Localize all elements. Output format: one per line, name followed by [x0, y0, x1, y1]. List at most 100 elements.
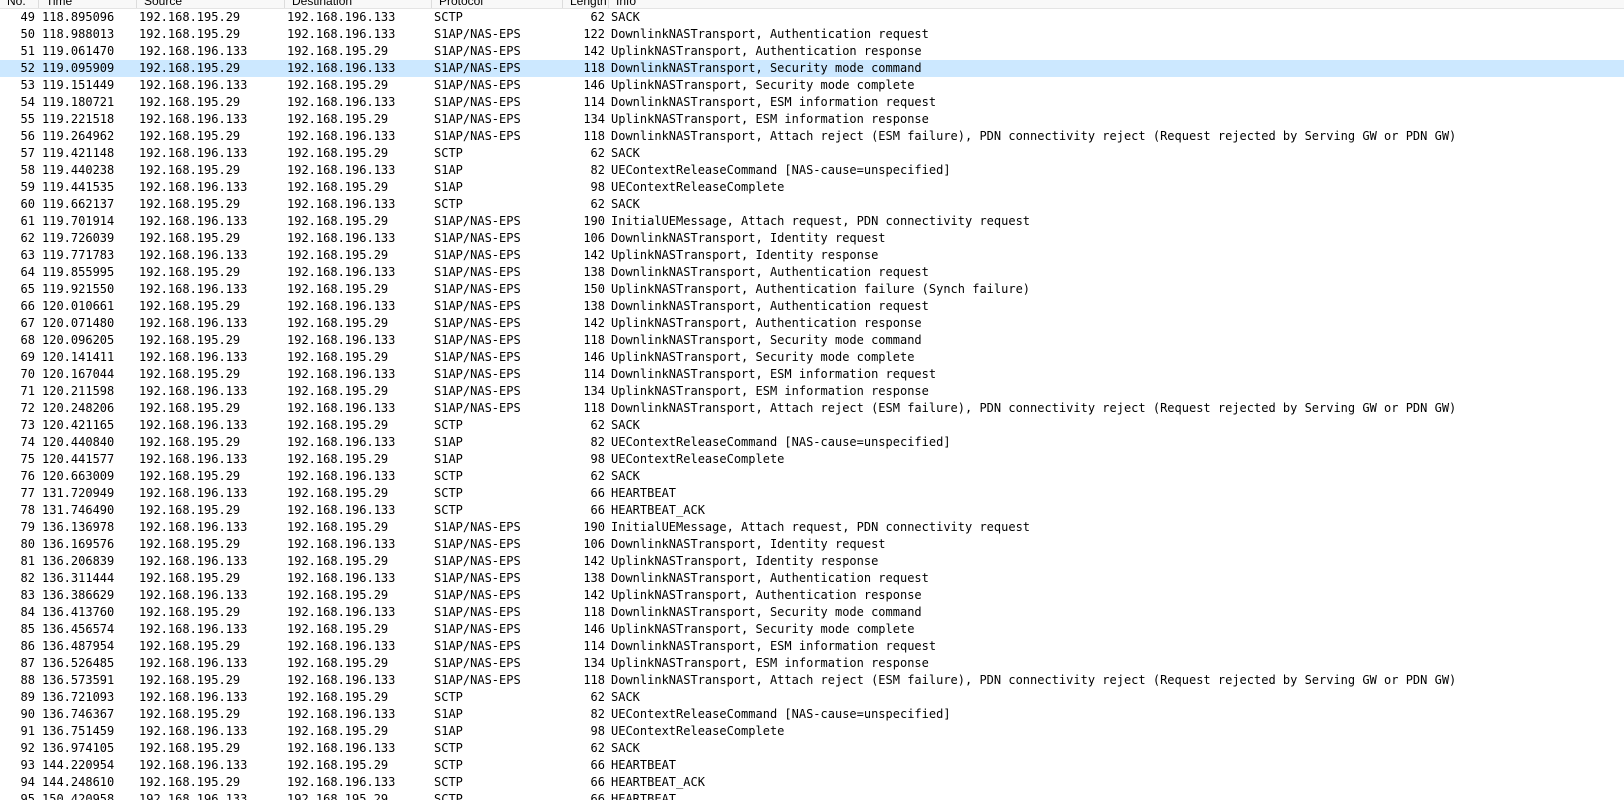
cell-info: SACK [611, 197, 640, 211]
packet-row[interactable]: 58 119.440238 192.168.195.29 192.168.196.13… [0, 162, 1624, 179]
cell-destination: 192.168.196.133 [287, 401, 396, 415]
cell-info: UplinkNASTransport, Security mode comple… [611, 622, 915, 636]
packet-row[interactable]: 68 120.096205 192.168.195.29 192.168.196.13… [0, 332, 1624, 349]
cell-source: 192.168.195.29 [139, 299, 241, 313]
packet-row[interactable]: 94 144.248610 192.168.195.29 192.168.196.13… [0, 774, 1624, 791]
packet-row[interactable]: 55 119.221518 192.168.196.133 192.168.195.2… [0, 111, 1624, 128]
packet-list[interactable]: No. Time Source Destination Protocol Len… [0, 0, 1624, 800]
packet-row[interactable]: 71 120.211598 192.168.196.133 192.168.195.2… [0, 383, 1624, 400]
column-header-destination[interactable]: Destination [284, 0, 431, 8]
packet-row[interactable]: 76 120.663009 192.168.195.29 192.168.196.13… [0, 468, 1624, 485]
cell-source: 192.168.195.29 [139, 537, 241, 551]
packet-row[interactable]: 67 120.071480 192.168.196.133 192.168.195.2… [0, 315, 1624, 332]
packet-row[interactable]: 86 136.487954 192.168.195.29 192.168.196.13… [0, 638, 1624, 655]
packet-row[interactable]: 66 120.010661 192.168.195.29 192.168.196.13… [0, 298, 1624, 315]
cell-destination: 192.168.195.29 [287, 384, 389, 398]
column-header-source[interactable]: Source [136, 0, 284, 8]
cell-destination: 192.168.196.133 [287, 741, 396, 755]
packet-row[interactable]: 81 136.206839 192.168.196.133 192.168.195.2… [0, 553, 1624, 570]
packet-row[interactable]: 63 119.771783 192.168.196.133 192.168.195.2… [0, 247, 1624, 264]
cell-protocol: S1AP/NAS-EPS [434, 673, 521, 687]
cell-length: 114 [583, 639, 605, 653]
cell-length: 142 [583, 316, 605, 330]
column-header-time[interactable]: Time [38, 0, 137, 8]
cell-no: 74 [20, 435, 35, 449]
cell-protocol: SCTP [434, 486, 463, 500]
cell-length: 142 [583, 44, 605, 58]
packet-row[interactable]: 79 136.136978 192.168.196.133 192.168.195.2… [0, 519, 1624, 536]
packet-row[interactable]: 69 120.141411 192.168.196.133 192.168.195.2… [0, 349, 1624, 366]
column-header-bar: No. Time Source Destination Protocol Len… [0, 0, 1624, 9]
packet-row[interactable]: 65 119.921550 192.168.196.133 192.168.195.2… [0, 281, 1624, 298]
packet-row[interactable]: 72 120.248206 192.168.195.29 192.168.196.13… [0, 400, 1624, 417]
cell-info: UEContextReleaseComplete [611, 452, 785, 466]
packet-row-selected[interactable]: 52 119.095909 192.168.195.29 192.168.196.13… [0, 60, 1624, 77]
packet-row[interactable]: 61 119.701914 192.168.196.133 192.168.195.2… [0, 213, 1624, 230]
packet-row[interactable]: 92 136.974105 192.168.195.29 192.168.196.13… [0, 740, 1624, 757]
cell-length: 118 [583, 129, 605, 143]
packet-row[interactable]: 49 118.895096 192.168.195.29 192.168.196.13… [0, 9, 1624, 26]
cell-source: 192.168.196.133 [139, 316, 248, 330]
packet-row[interactable]: 93 144.220954 192.168.196.133 192.168.195.2… [0, 757, 1624, 774]
cell-length: 118 [583, 333, 605, 347]
packet-row[interactable]: 90 136.746367 192.168.195.29 192.168.196.13… [0, 706, 1624, 723]
cell-info: UplinkNASTransport, Authentication respo… [611, 44, 922, 58]
packet-row[interactable]: 89 136.721093 192.168.196.133 192.168.195.2… [0, 689, 1624, 706]
cell-info: HEARTBEAT [611, 758, 677, 772]
cell-time: 119.180721 [42, 95, 115, 109]
column-header-info[interactable]: Info [608, 0, 1624, 8]
packet-row[interactable]: 80 136.169576 192.168.195.29 192.168.196.13… [0, 536, 1624, 553]
packet-row[interactable]: 53 119.151449 192.168.196.133 192.168.195.2… [0, 77, 1624, 94]
cell-info: HEARTBEAT [611, 486, 677, 500]
packet-row[interactable]: 60 119.662137 192.168.195.29 192.168.196.13… [0, 196, 1624, 213]
packet-row[interactable]: 70 120.167044 192.168.195.29 192.168.196.13… [0, 366, 1624, 383]
cell-destination: 192.168.195.29 [287, 452, 389, 466]
packet-row[interactable]: 95 150.420958 192.168.196.133 192.168.195.2… [0, 791, 1624, 800]
packet-row[interactable]: 59 119.441535 192.168.196.133 192.168.195.2… [0, 179, 1624, 196]
packet-row[interactable]: 88 136.573591 192.168.195.29 192.168.196.13… [0, 672, 1624, 689]
packet-row[interactable]: 57 119.421148 192.168.196.133 192.168.195.2… [0, 145, 1624, 162]
packet-row[interactable]: 84 136.413760 192.168.195.29 192.168.196.13… [0, 604, 1624, 621]
packet-row[interactable]: 83 136.386629 192.168.196.133 192.168.195.2… [0, 587, 1624, 604]
cell-time: 136.169576 [42, 537, 115, 551]
packet-row[interactable]: 82 136.311444 192.168.195.29 192.168.196.13… [0, 570, 1624, 587]
cell-time: 119.921550 [42, 282, 115, 296]
column-header-protocol[interactable]: Protocol [431, 0, 562, 8]
cell-info: UplinkNASTransport, Security mode comple… [611, 350, 915, 364]
cell-no: 59 [20, 180, 35, 194]
cell-destination: 192.168.196.133 [287, 639, 396, 653]
packet-row[interactable]: 51 119.061470 192.168.196.133 192.168.195.2… [0, 43, 1624, 60]
packet-row[interactable]: 87 136.526485 192.168.196.133 192.168.195.2… [0, 655, 1624, 672]
cell-destination: 192.168.195.29 [287, 622, 389, 636]
column-header-no[interactable]: No. [0, 0, 42, 8]
cell-source: 192.168.196.133 [139, 418, 248, 432]
packet-row[interactable]: 54 119.180721 192.168.195.29 192.168.196.13… [0, 94, 1624, 111]
packet-row[interactable]: 77 131.720949 192.168.196.133 192.168.195.2… [0, 485, 1624, 502]
cell-no: 85 [20, 622, 35, 636]
packet-row[interactable]: 73 120.421165 192.168.196.133 192.168.195.2… [0, 417, 1624, 434]
cell-protocol: S1AP/NAS-EPS [434, 656, 521, 670]
cell-time: 119.662137 [42, 197, 115, 211]
packet-row[interactable]: 56 119.264962 192.168.195.29 192.168.196.13… [0, 128, 1624, 145]
cell-no: 63 [20, 248, 35, 262]
cell-destination: 192.168.195.29 [287, 690, 389, 704]
packet-row[interactable]: 91 136.751459 192.168.196.133 192.168.195.2… [0, 723, 1624, 740]
packet-row[interactable]: 75 120.441577 192.168.196.133 192.168.195.2… [0, 451, 1624, 468]
cell-no: 65 [20, 282, 35, 296]
cell-destination: 192.168.195.29 [287, 418, 389, 432]
cell-time: 120.071480 [42, 316, 115, 330]
column-header-length[interactable]: Length [562, 0, 608, 8]
packet-row[interactable]: 50 118.988013 192.168.195.29 192.168.196.13… [0, 26, 1624, 43]
packet-row[interactable]: 85 136.456574 192.168.196.133 192.168.195.2… [0, 621, 1624, 638]
cell-length: 118 [583, 673, 605, 687]
packet-row[interactable]: 78 131.746490 192.168.195.29 192.168.196.13… [0, 502, 1624, 519]
cell-protocol: SCTP [434, 503, 463, 517]
packet-row[interactable]: 62 119.726039 192.168.195.29 192.168.196.13… [0, 230, 1624, 247]
cell-info: HEARTBEAT_ACK [611, 775, 705, 789]
packet-row[interactable]: 64 119.855995 192.168.195.29 192.168.196.13… [0, 264, 1624, 281]
cell-no: 68 [20, 333, 35, 347]
cell-destination: 192.168.196.133 [287, 571, 396, 585]
cell-protocol: SCTP [434, 146, 463, 160]
cell-time: 119.061470 [42, 44, 115, 58]
packet-row[interactable]: 74 120.440840 192.168.195.29 192.168.196.13… [0, 434, 1624, 451]
